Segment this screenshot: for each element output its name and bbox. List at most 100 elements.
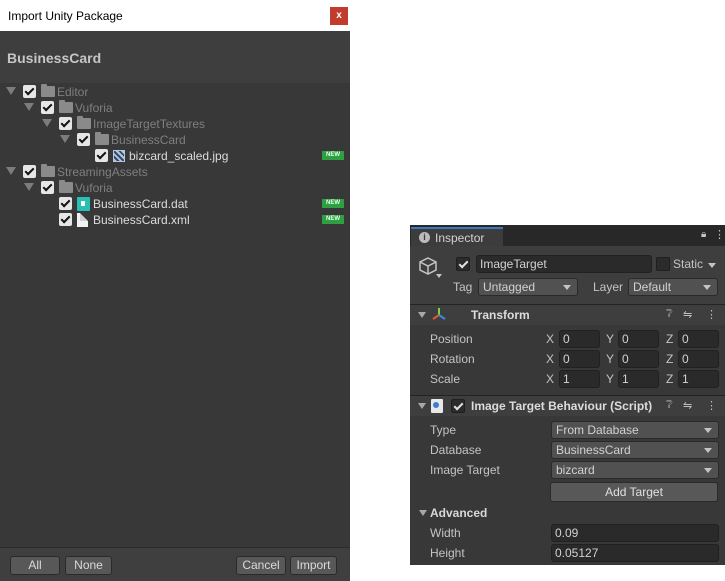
help-icon[interactable]: ❔︎ <box>666 399 673 412</box>
transform-y-field[interactable]: 0 <box>618 350 659 368</box>
transform-title: Transform <box>471 308 530 322</box>
tree-item-label: BusinessCard <box>111 133 186 147</box>
transform-row-label: Rotation <box>430 352 475 366</box>
add-target-button[interactable]: Add Target <box>550 482 718 502</box>
include-checkbox[interactable] <box>41 181 54 194</box>
transform-x-field[interactable]: 1 <box>559 370 600 388</box>
game-object-icon <box>419 257 437 275</box>
transform-row-label: Scale <box>430 372 461 386</box>
axis-x-label[interactable]: X <box>546 352 554 366</box>
axis-z-label[interactable]: Z <box>666 332 673 346</box>
none-button[interactable]: None <box>65 556 112 575</box>
include-checkbox[interactable] <box>59 117 72 130</box>
tree-item-label: BusinessCard.xml <box>93 213 190 227</box>
database-label: Database <box>430 443 482 457</box>
folder-icon <box>41 164 55 177</box>
axis-x-label[interactable]: X <box>546 332 554 346</box>
tree-row[interactable]: bizcard_scaled.jpg NEW <box>0 148 350 164</box>
axis-z-label[interactable]: Z <box>666 372 673 386</box>
expand-arrow-icon[interactable] <box>6 167 16 175</box>
axis-y-label[interactable]: Y <box>606 352 614 366</box>
expand-arrow-icon[interactable] <box>42 119 52 127</box>
static-checkbox[interactable] <box>656 257 670 271</box>
close-button[interactable]: x <box>330 7 348 25</box>
active-checkbox[interactable] <box>456 257 470 271</box>
axis-x-label[interactable]: X <box>546 372 554 386</box>
tree-item-label: ImageTargetTextures <box>93 117 206 131</box>
new-badge: NEW <box>322 215 344 224</box>
transform-x-field[interactable]: 0 <box>559 350 600 368</box>
tree-row[interactable]: BusinessCard.xml NEW <box>0 212 350 228</box>
layer-dropdown[interactable]: Default <box>628 278 718 296</box>
transform-header[interactable]: Transform ❔︎ ⇋ ⋮ <box>410 304 725 325</box>
width-field[interactable]: 0.09 <box>551 524 719 542</box>
image-file-icon <box>113 150 125 162</box>
axis-y-label[interactable]: Y <box>606 372 614 386</box>
tree-row[interactable]: Editor <box>0 84 350 100</box>
tree-row[interactable]: Vuforia <box>0 100 350 116</box>
static-label: Static <box>673 257 704 271</box>
new-badge: NEW <box>322 199 344 208</box>
type-dropdown[interactable]: From Database <box>551 421 719 439</box>
tag-dropdown[interactable]: Untagged <box>478 278 578 296</box>
package-header: BusinessCard <box>0 31 350 83</box>
preset-icon[interactable]: ⇋ <box>683 399 692 412</box>
component-enabled-checkbox[interactable] <box>451 399 465 413</box>
tree-row[interactable]: BusinessCard.dat NEW <box>0 196 350 212</box>
folder-icon <box>95 132 109 145</box>
axis-z-label[interactable]: Z <box>666 352 673 366</box>
help-icon[interactable]: ❔︎ <box>666 308 673 321</box>
component-menu-icon[interactable]: ⋮ <box>706 399 717 412</box>
tree-row[interactable]: StreamingAssets <box>0 164 350 180</box>
include-checkbox[interactable] <box>41 101 54 114</box>
component-menu-icon[interactable]: ⋮ <box>706 308 717 321</box>
include-checkbox[interactable] <box>23 85 36 98</box>
fold-arrow-icon[interactable] <box>418 312 426 318</box>
database-dropdown[interactable]: BusinessCard <box>551 441 719 459</box>
axis-y-label[interactable]: Y <box>606 332 614 346</box>
static-dropdown-arrow-icon[interactable] <box>708 263 716 268</box>
import-button[interactable]: Import <box>290 556 337 575</box>
transform-z-field[interactable]: 0 <box>678 350 719 368</box>
image-target-behaviour-header[interactable]: Image Target Behaviour (Script) ❔︎ ⇋ ⋮ <box>410 395 725 416</box>
include-checkbox[interactable] <box>77 133 90 146</box>
expand-arrow-icon[interactable] <box>24 103 34 111</box>
tree-item-label: Vuforia <box>75 101 113 115</box>
tab-inspector[interactable]: i Inspector <box>411 227 503 246</box>
fold-arrow-icon[interactable] <box>418 403 426 409</box>
include-checkbox[interactable] <box>59 213 72 226</box>
layer-label: Layer <box>593 280 624 294</box>
image-target-dropdown[interactable]: bizcard <box>551 461 719 479</box>
transform-icon <box>432 308 446 320</box>
tree-row[interactable]: ImageTargetTextures <box>0 116 350 132</box>
tree-item-label: bizcard_scaled.jpg <box>129 149 229 163</box>
tree-row[interactable]: BusinessCard <box>0 132 350 148</box>
include-checkbox[interactable] <box>23 165 36 178</box>
transform-x-field[interactable]: 0 <box>559 330 600 348</box>
expand-arrow-icon[interactable] <box>60 135 70 143</box>
advanced-fold-arrow-icon[interactable] <box>419 510 427 516</box>
cancel-button[interactable]: Cancel <box>236 556 286 575</box>
lock-icon[interactable]: 🔒︎ <box>701 229 706 240</box>
tree-item-label: Vuforia <box>75 181 113 195</box>
transform-z-field[interactable]: 0 <box>678 330 719 348</box>
game-object-header: ImageTarget Static Tag Untagged Layer De… <box>410 246 725 308</box>
advanced-foldout-label[interactable]: Advanced <box>430 506 487 520</box>
transform-y-field[interactable]: 0 <box>618 330 659 348</box>
include-checkbox[interactable] <box>95 149 108 162</box>
expand-arrow-icon[interactable] <box>24 183 34 191</box>
transform-y-field[interactable]: 1 <box>618 370 659 388</box>
all-button[interactable]: All <box>10 556 60 575</box>
more-options-icon[interactable]: ⋮ <box>714 228 725 241</box>
transform-z-field[interactable]: 1 <box>678 370 719 388</box>
height-field[interactable]: 0.05127 <box>551 544 719 562</box>
icon-dropdown-arrow-icon[interactable] <box>436 274 442 278</box>
include-checkbox[interactable] <box>59 197 72 210</box>
expand-arrow-icon[interactable] <box>6 87 16 95</box>
preset-icon[interactable]: ⇋ <box>683 308 692 321</box>
name-field[interactable]: ImageTarget <box>476 255 652 273</box>
tree-item-label: StreamingAssets <box>57 165 148 179</box>
folder-icon <box>59 180 73 193</box>
tree-item-label: BusinessCard.dat <box>93 197 188 211</box>
tree-row[interactable]: Vuforia <box>0 180 350 196</box>
